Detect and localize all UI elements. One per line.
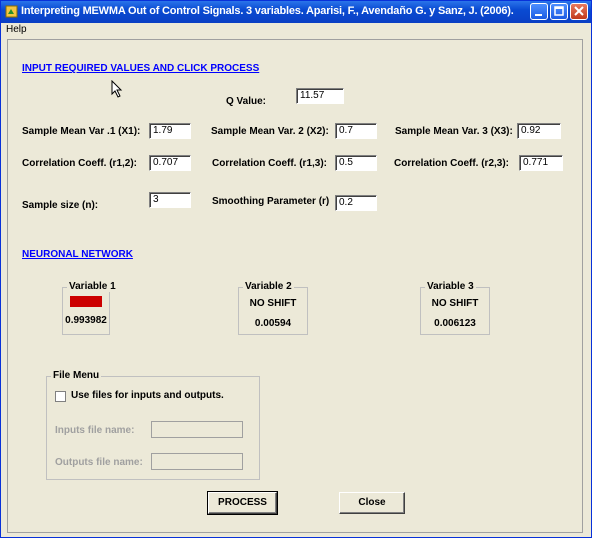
variable1-status: SHIFT <box>69 296 103 307</box>
menu-help[interactable]: Help <box>6 24 27 35</box>
use-files-checkbox[interactable] <box>55 391 66 402</box>
corr-r13-field[interactable]: 0.5 <box>335 155 377 171</box>
outputs-file-label: Outputs file name: <box>55 457 143 468</box>
smoothing-label: Smoothing Parameter (r) <box>212 196 330 207</box>
inputs-file-field[interactable] <box>151 421 243 438</box>
corr-r12-field[interactable]: 0.707 <box>149 155 191 171</box>
app-icon <box>5 5 18 18</box>
close-button[interactable]: Close <box>339 492 405 514</box>
outputs-file-field[interactable] <box>151 453 243 470</box>
sample-size-label: Sample size (n): <box>22 200 99 211</box>
inputs-heading: INPUT REQUIRED VALUES AND CLICK PROCESS <box>22 63 260 74</box>
variable3-status: NO SHIFT <box>431 298 479 309</box>
inputs-file-label: Inputs file name: <box>55 425 135 436</box>
use-files-label: Use files for inputs and outputs. <box>71 390 224 401</box>
variable1-group: Variable 1 SHIFT 0.993982 <box>62 281 118 335</box>
variable3-title: Variable 3 <box>425 281 476 292</box>
variable2-group: Variable 2 NO SHIFT 0.00594 <box>238 281 308 335</box>
q-value-label: Q Value: <box>226 96 267 107</box>
window-title: Interpreting MEWMA Out of Control Signal… <box>21 5 514 17</box>
sample-size-field[interactable]: 3 <box>149 192 191 208</box>
main-panel: INPUT REQUIRED VALUES AND CLICK PROCESS … <box>7 39 583 533</box>
mean-var2-label: Sample Mean Var. 2 (X2): <box>211 126 329 137</box>
variable3-group: Variable 3 NO SHIFT 0.006123 <box>420 281 490 335</box>
variable3-score: 0.006123 <box>434 318 476 329</box>
mean-var1-field[interactable]: 1.79 <box>149 123 191 139</box>
minimize-icon <box>535 14 542 16</box>
corr-r23-label: Correlation Coeff. (r2,3): <box>394 158 510 169</box>
q-value-field[interactable]: 11.57 <box>296 88 344 104</box>
mean-var2-field[interactable]: 0.7 <box>335 123 377 139</box>
variable2-title: Variable 2 <box>243 281 294 292</box>
corr-r12-label: Correlation Coeff. (r1,2): <box>22 158 138 169</box>
title-bar[interactable]: Interpreting MEWMA Out of Control Signal… <box>1 1 591 23</box>
mean-var1-label: Sample Mean Var .1 (X1): <box>22 126 141 137</box>
variable1-title: Variable 1 <box>67 281 118 292</box>
smoothing-field[interactable]: 0.2 <box>335 195 377 211</box>
corr-r23-field[interactable]: 0.771 <box>519 155 563 171</box>
variable2-status: NO SHIFT <box>249 298 297 309</box>
variable2-score: 0.00594 <box>254 318 292 329</box>
application-window: Interpreting MEWMA Out of Control Signal… <box>0 0 592 538</box>
minimize-button[interactable] <box>530 3 548 20</box>
corr-r13-label: Correlation Coeff. (r1,3): <box>212 158 328 169</box>
process-button[interactable]: PROCESS <box>207 491 278 515</box>
mean-var3-label: Sample Mean Var. 3 (X3): <box>395 126 513 137</box>
close-icon <box>574 6 584 16</box>
mean-var3-field[interactable]: 0.92 <box>517 123 561 139</box>
menu-bar: Help <box>1 23 591 37</box>
maximize-button[interactable] <box>550 3 568 20</box>
maximize-icon <box>554 6 564 16</box>
network-heading: NEURONAL NETWORK <box>22 249 133 260</box>
file-menu-title: File Menu <box>51 370 102 381</box>
mouse-cursor-icon <box>111 80 123 98</box>
file-menu-group: File Menu Use files for inputs and outpu… <box>46 370 260 480</box>
variable1-score: 0.993982 <box>65 315 107 326</box>
close-window-button[interactable] <box>570 3 588 20</box>
